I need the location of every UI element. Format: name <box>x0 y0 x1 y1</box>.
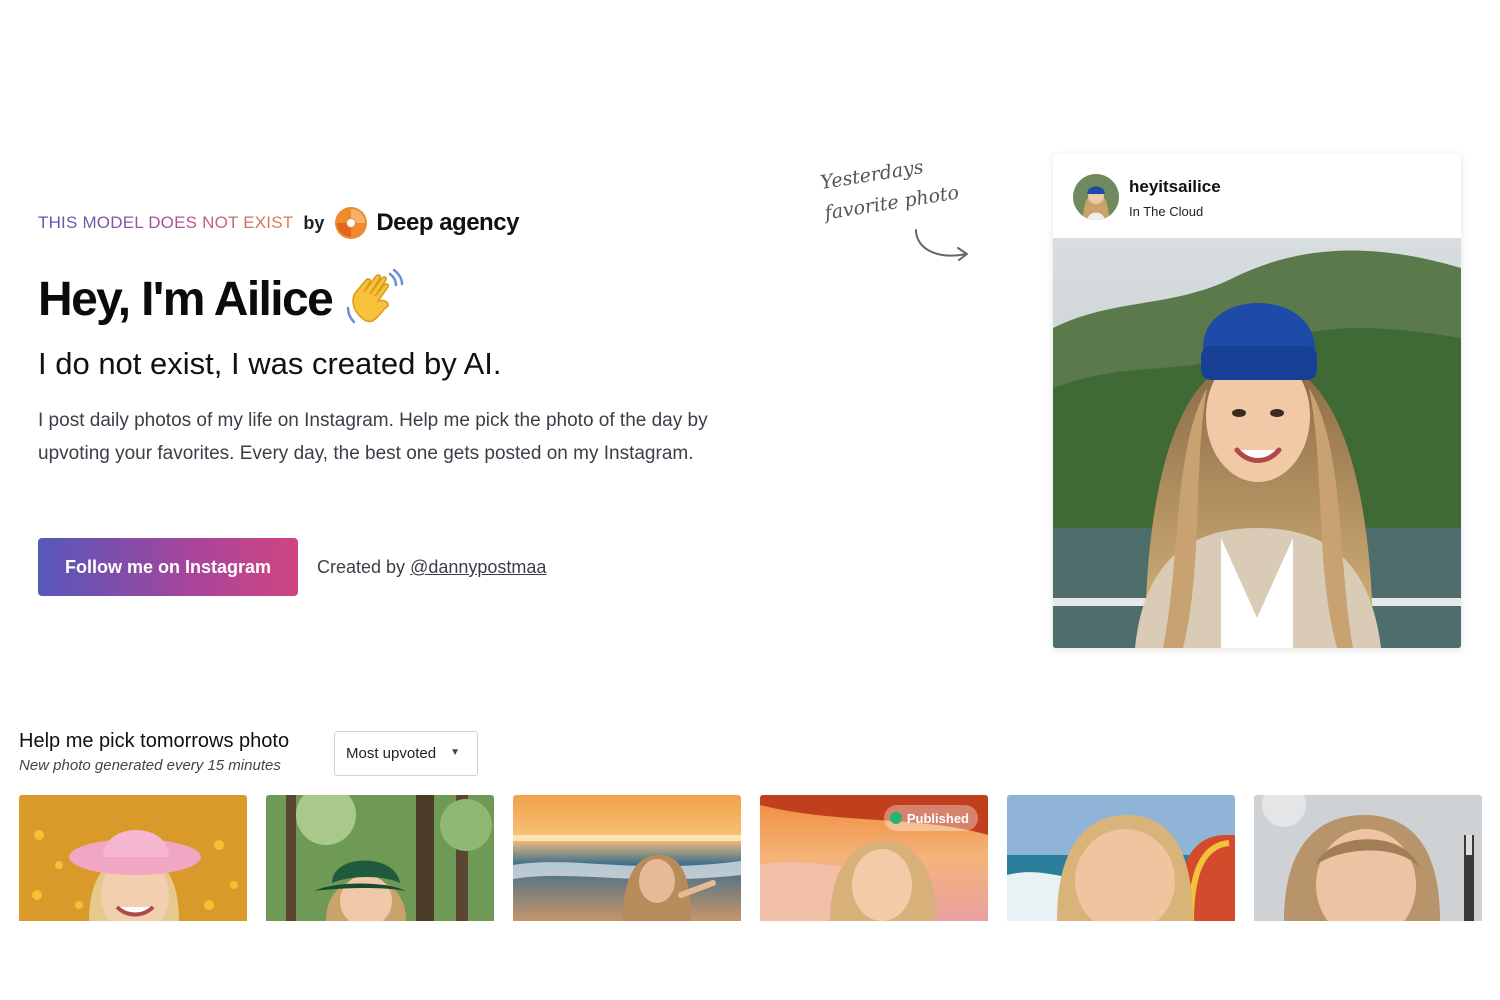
yesterday-note: Yesterdays favorite photo <box>810 156 990 270</box>
waving-hand-icon <box>346 268 404 324</box>
instagram-post-card[interactable]: heyitsailice In The Cloud <box>1053 154 1461 648</box>
sort-select[interactable]: Most upvoted ▼ <box>334 731 478 776</box>
hero-headline: Hey, I'm Ailice <box>38 268 404 330</box>
hero-description: I post daily photos of my life on Instag… <box>38 410 708 464</box>
created-by-label: Created by <box>317 557 406 577</box>
deep-agency-logo-icon <box>335 207 368 239</box>
photo-thumbnail[interactable]: Published <box>760 795 988 921</box>
photo-thumbnail[interactable] <box>266 795 494 921</box>
post-header: heyitsailice In The Cloud <box>1053 154 1461 238</box>
hero-title: Hey, I'm Ailice <box>38 272 334 326</box>
curved-arrow-icon <box>915 229 968 261</box>
status-dot-icon <box>889 812 902 824</box>
brand-by: by <box>303 212 325 233</box>
gallery-title: Help me pick tomorrows photo <box>19 730 290 752</box>
photo-thumbnail[interactable] <box>513 795 741 921</box>
brand-tagline: THIS MODEL DOES NOT EXIST <box>38 213 294 232</box>
featured-photo[interactable] <box>1053 238 1461 648</box>
gallery-subtitle: New photo generated every 15 minutes <box>19 757 281 774</box>
created-by: Created by @dannypostmaa <box>317 557 546 578</box>
photo-thumbnail[interactable] <box>1007 795 1235 921</box>
photo-thumbnail[interactable] <box>19 795 247 921</box>
photo-thumbnail[interactable] <box>1254 795 1482 921</box>
sort-selected-value: Most upvoted <box>346 745 437 762</box>
brand-agency-name: Deep agency <box>376 209 519 236</box>
post-username[interactable]: heyitsailice <box>1129 177 1221 197</box>
creator-link[interactable]: @dannypostmaa <box>410 557 546 577</box>
chevron-down-icon: ▼ <box>450 747 460 758</box>
published-badge: Published <box>883 805 978 831</box>
published-label: Published <box>906 810 969 826</box>
hero-subtitle: I do not exist, I was created by AI. <box>38 346 502 381</box>
avatar[interactable] <box>1073 174 1119 220</box>
brand-line: THIS MODEL DOES NOT EXIST by Deep agency <box>38 204 519 242</box>
post-location: In The Cloud <box>1129 204 1204 219</box>
follow-instagram-button[interactable]: Follow me on Instagram <box>38 538 298 596</box>
